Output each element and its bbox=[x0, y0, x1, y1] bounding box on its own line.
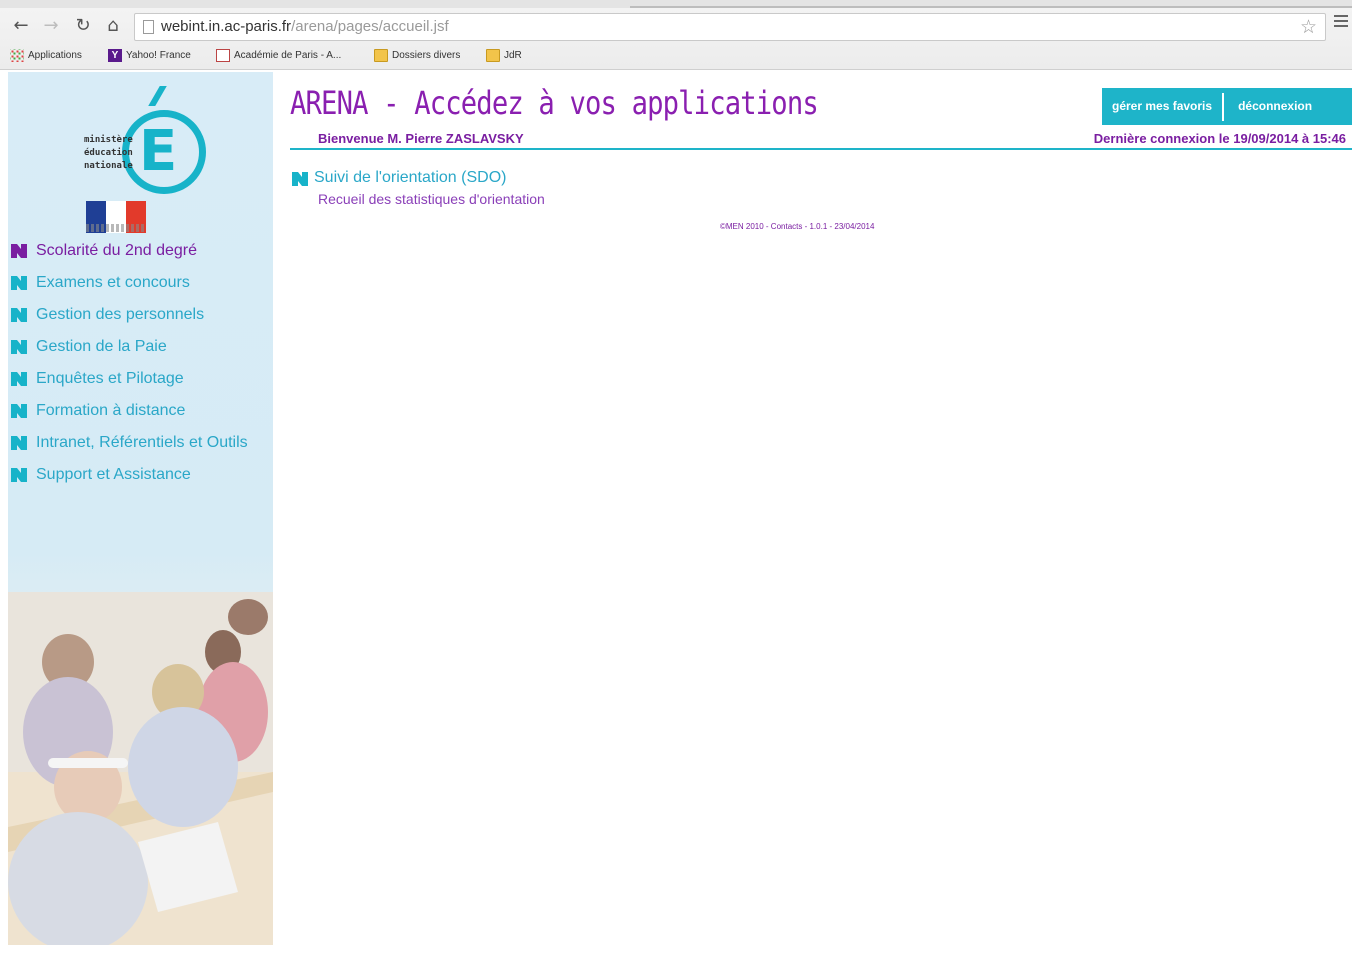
arrow-icon bbox=[11, 308, 27, 322]
bookmarks-bar: Applications Y Yahoo! France Académie de… bbox=[0, 44, 1352, 66]
arrow-icon bbox=[11, 404, 27, 418]
sidebar-item-formation[interactable]: Formation à distance bbox=[8, 400, 273, 422]
tab-edge bbox=[630, 6, 1352, 8]
reload-icon[interactable]: ↻ bbox=[72, 14, 94, 38]
url-text: webint.in.ac-paris.fr/arena/pages/accuei… bbox=[161, 18, 449, 35]
bookmark-label: Académie de Paris - A... bbox=[234, 49, 342, 61]
last-connection: Dernière connexion le 19/09/2014 à 15:46 bbox=[1093, 131, 1346, 146]
bookmark-label: Applications bbox=[28, 49, 82, 61]
logo-line: nationale bbox=[84, 161, 133, 171]
welcome-message: Bienvenue M. Pierre ZASLAVSKY bbox=[318, 131, 524, 146]
bookmark-label: Dossiers divers bbox=[392, 49, 461, 61]
sidebar-item-label: Intranet, Référentiels et Outils bbox=[36, 434, 248, 451]
arrow-icon bbox=[11, 468, 27, 482]
bookmark-jdr[interactable]: JdR bbox=[486, 46, 522, 64]
sidebar-menu: Scolarité du 2nd degré Examens et concou… bbox=[8, 240, 273, 496]
sidebar-item-label: Enquêtes et Pilotage bbox=[36, 370, 184, 387]
sidebar-item-examens[interactable]: Examens et concours bbox=[8, 272, 273, 294]
browser-menu-icon[interactable] bbox=[1334, 15, 1348, 35]
students-photo bbox=[8, 592, 273, 945]
bookmark-star-icon[interactable]: ☆ bbox=[1300, 16, 1317, 39]
footer-text: ©MEN 2010 - Contacts - 1.0.1 - 23/04/201… bbox=[720, 222, 875, 231]
arrow-icon bbox=[292, 172, 308, 186]
arrow-icon bbox=[11, 436, 27, 450]
url-path: /arena/pages/accueil.jsf bbox=[291, 18, 449, 35]
header-divider bbox=[290, 148, 1352, 150]
sidebar-item-personnels[interactable]: Gestion des personnels bbox=[8, 304, 273, 326]
academie-icon bbox=[216, 48, 230, 62]
sidebar-item-enquetes[interactable]: Enquêtes et Pilotage bbox=[8, 368, 273, 390]
app-link-sdo[interactable]: Suivi de l'orientation (SDO) bbox=[292, 169, 506, 187]
arrow-icon bbox=[11, 244, 27, 258]
ministere-logo: E ministère éducation nationale bbox=[78, 86, 208, 236]
bookmark-label: JdR bbox=[504, 49, 522, 61]
header-actions: gérer mes favoris déconnexion bbox=[1102, 88, 1352, 125]
arrow-icon bbox=[11, 340, 27, 354]
flag-caption bbox=[86, 224, 146, 232]
logo-letter: E bbox=[139, 119, 178, 184]
logo-line: éducation bbox=[84, 148, 133, 158]
tab-strip bbox=[0, 0, 1352, 8]
sidebar: E ministère éducation nationale Scolarit… bbox=[8, 72, 273, 945]
page-title: ARENA - Accédez à vos applications bbox=[290, 84, 819, 122]
sidebar-item-label: Examens et concours bbox=[36, 274, 190, 291]
folder-icon bbox=[374, 48, 388, 62]
forward-icon[interactable]: → bbox=[40, 14, 62, 38]
page-icon bbox=[143, 20, 154, 34]
folder-icon bbox=[486, 48, 500, 62]
yahoo-icon: Y bbox=[108, 48, 122, 62]
bookmark-label: Yahoo! France bbox=[126, 49, 191, 61]
logo-line: ministère bbox=[84, 135, 133, 145]
sidebar-item-label: Gestion de la Paie bbox=[36, 338, 167, 355]
sidebar-item-label: Gestion des personnels bbox=[36, 306, 205, 323]
bookmark-applications[interactable]: Applications bbox=[10, 46, 82, 64]
sidebar-item-paie[interactable]: Gestion de la Paie bbox=[8, 336, 273, 358]
sidebar-item-support[interactable]: Support et Assistance bbox=[8, 464, 273, 486]
bookmark-yahoo[interactable]: Y Yahoo! France bbox=[108, 46, 191, 64]
app-description: Recueil des statistiques d'orientation bbox=[318, 191, 545, 207]
back-icon[interactable]: ← bbox=[10, 14, 32, 38]
apps-grid-icon bbox=[10, 48, 24, 62]
logout-button[interactable]: déconnexion bbox=[1224, 88, 1322, 125]
sidebar-item-label: Scolarité du 2nd degré bbox=[36, 242, 197, 259]
home-icon[interactable]: ⌂ bbox=[102, 14, 124, 38]
sidebar-item-label: Support et Assistance bbox=[36, 466, 191, 483]
url-host: webint.in.ac-paris.fr bbox=[161, 18, 292, 35]
sidebar-item-scolarite[interactable]: Scolarité du 2nd degré bbox=[8, 240, 273, 262]
arrow-icon bbox=[11, 372, 27, 386]
logo-e-circle: E bbox=[122, 110, 206, 194]
manage-favorites-button[interactable]: gérer mes favoris bbox=[1102, 88, 1222, 125]
sidebar-item-label: Formation à distance bbox=[36, 402, 186, 419]
logo-text: ministère éducation nationale bbox=[84, 134, 133, 173]
sidebar-item-intranet[interactable]: Intranet, Référentiels et Outils bbox=[8, 432, 248, 454]
logo-accent bbox=[148, 86, 180, 106]
bookmark-dossiers[interactable]: Dossiers divers bbox=[374, 46, 460, 64]
browser-chrome: ← → ↻ ⌂ webint.in.ac-paris.fr/arena/page… bbox=[0, 0, 1352, 70]
address-bar[interactable]: webint.in.ac-paris.fr/arena/pages/accuei… bbox=[134, 13, 1326, 41]
arrow-icon bbox=[11, 276, 27, 290]
app-link-label: Suivi de l'orientation (SDO) bbox=[314, 169, 507, 186]
bookmark-academie[interactable]: Académie de Paris - A... bbox=[216, 46, 341, 64]
